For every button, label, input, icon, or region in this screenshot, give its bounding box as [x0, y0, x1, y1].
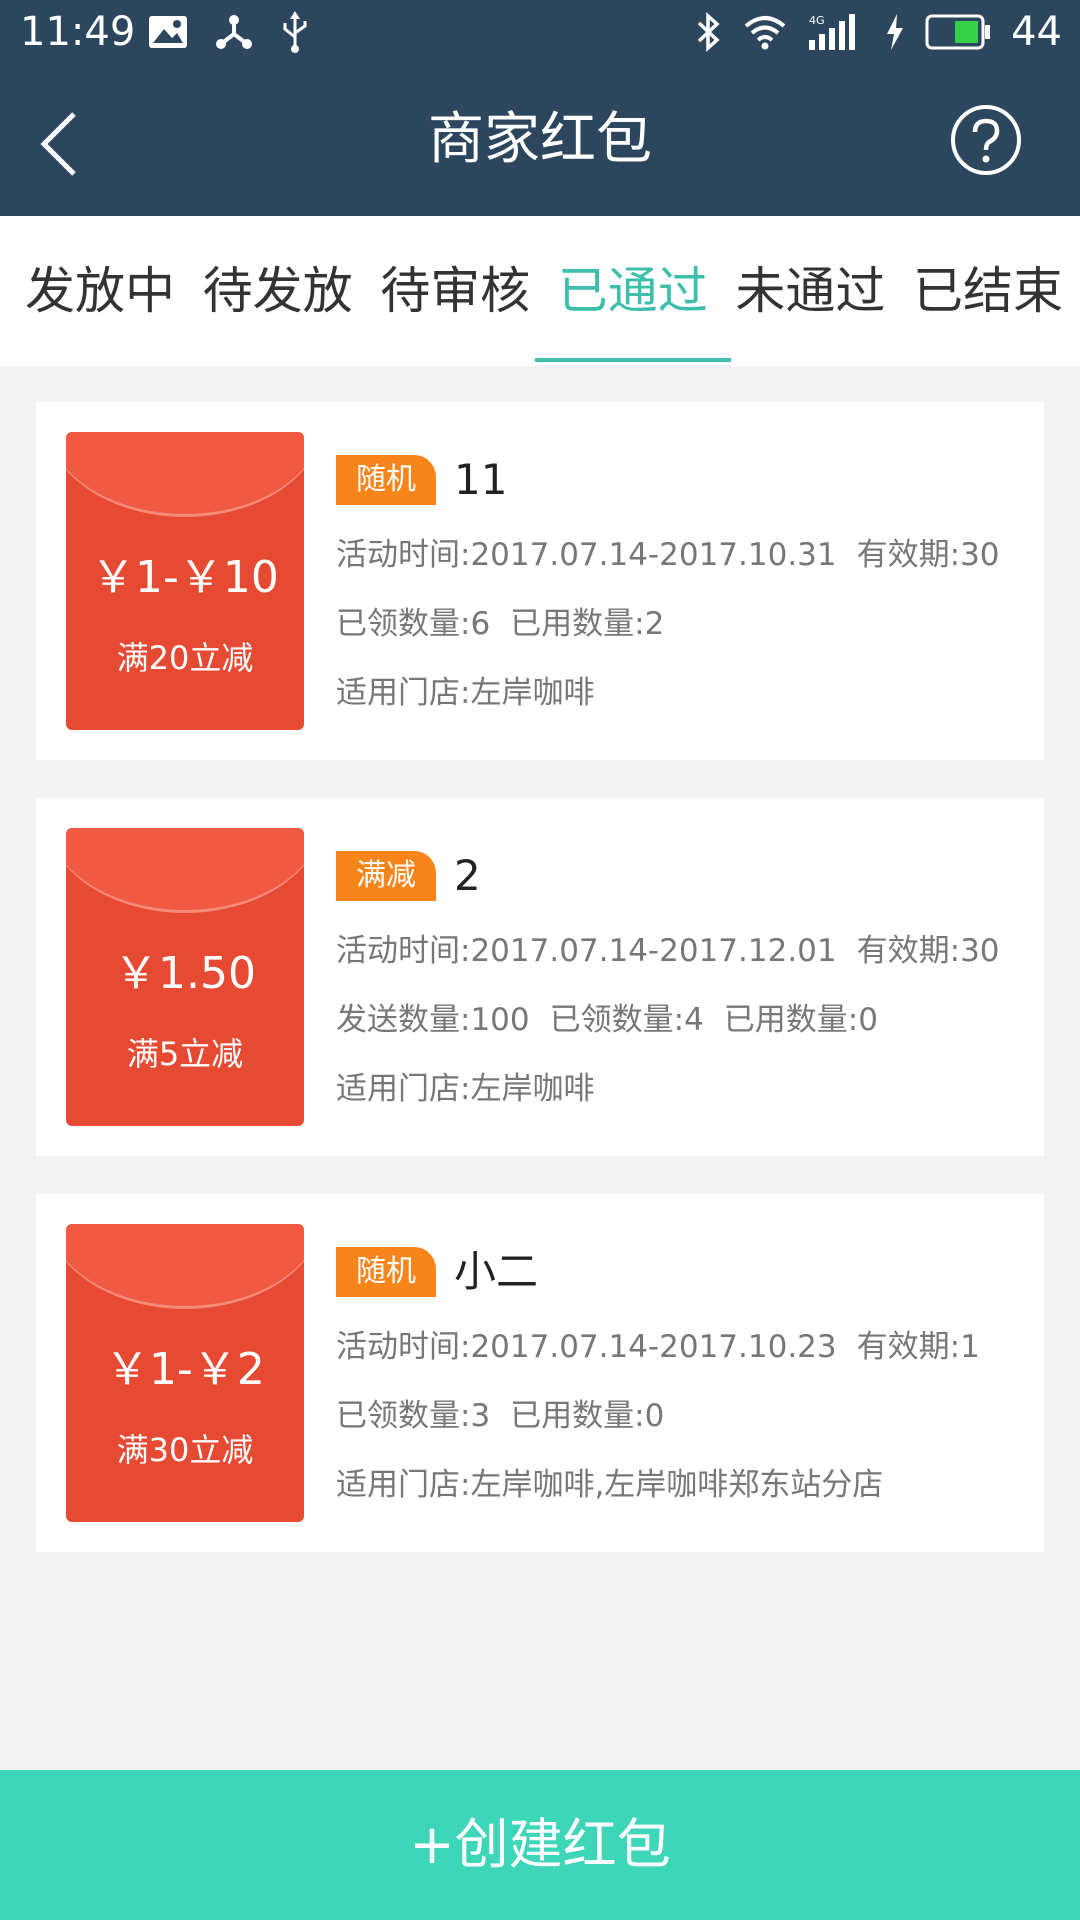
stats-line: 已领数量:6 已用数量:2	[336, 604, 1024, 644]
charging-icon	[887, 14, 904, 50]
claimed-count: 已领数量:6	[336, 606, 491, 642]
tab-rejected[interactable]: 未通过	[730, 216, 890, 366]
red-envelope: ￥1-￥10 满20立减	[66, 432, 304, 730]
card-name: 2	[454, 851, 481, 900]
envelope-condition: 满20立减	[116, 639, 254, 677]
status-right: 4G 44	[695, 8, 1062, 56]
activity-time: 活动时间:2017.07.14-2017.10.23	[336, 1329, 837, 1365]
stats-line: 已领数量:3 已用数量:0	[336, 1396, 1024, 1436]
status-left-icons	[148, 10, 310, 54]
validity: 有效期:30	[856, 537, 1000, 573]
validity: 有效期:1	[856, 1329, 980, 1365]
stores-line: 适用门店:左岸咖啡	[336, 1071, 595, 1107]
list-item[interactable]: ￥1.50 满5立减 满减 2 活动时间:2017.07.14-2017.12.…	[36, 798, 1044, 1156]
help-icon	[951, 105, 1021, 175]
share-hub-icon	[216, 15, 252, 49]
envelope-flap	[66, 828, 304, 913]
activity-time: 活动时间:2017.07.14-2017.12.01	[336, 933, 837, 969]
sent-count: 发送数量:100	[336, 1002, 530, 1038]
battery-level: 44	[1011, 9, 1062, 55]
activity-time-line: 活动时间:2017.07.14-2017.10.31 有效期:30	[336, 535, 1024, 575]
wifi-icon	[744, 16, 786, 50]
tab-issuing[interactable]: 发放中	[20, 216, 180, 366]
activity-time-line: 活动时间:2017.07.14-2017.12.01 有效期:30	[336, 931, 1024, 971]
activity-time: 活动时间:2017.07.14-2017.10.31	[336, 537, 837, 573]
red-envelope: ￥1.50 满5立减	[66, 828, 304, 1126]
used-count: 已用数量:2	[510, 606, 665, 642]
tab-pending-issue[interactable]: 待发放	[198, 216, 358, 366]
status-time: 11:49	[20, 9, 136, 55]
card-head: 满减 2	[336, 850, 1024, 902]
list-item[interactable]: ￥1-￥10 满20立减 随机 11 活动时间:2017.07.14-2017.…	[36, 402, 1044, 760]
used-count: 已用数量:0	[510, 1398, 665, 1434]
type-badge: 满减	[336, 851, 436, 901]
envelope-flap	[66, 1224, 304, 1309]
envelope-flap	[66, 432, 304, 517]
list-item[interactable]: ￥1-￥2 满30立减 随机 小二 活动时间:2017.07.14-2017.1…	[36, 1194, 1044, 1552]
validity: 有效期:30	[856, 933, 1000, 969]
help-button[interactable]	[948, 102, 1024, 178]
claimed-count: 已领数量:4	[549, 1002, 704, 1038]
envelope-condition: 满5立减	[126, 1035, 244, 1073]
signal-icon: 4G	[809, 14, 856, 50]
envelope-amount: ￥1.50	[114, 948, 256, 999]
status-bar: 11:49 4G 44	[0, 0, 1080, 64]
card-head: 随机 11	[336, 454, 1024, 506]
battery-icon	[925, 14, 991, 50]
usb-icon	[283, 11, 307, 53]
tab-approved[interactable]: 已通过	[534, 216, 731, 366]
svg-text:4G: 4G	[809, 14, 825, 27]
stores-line: 适用门店:左岸咖啡	[336, 675, 595, 711]
image-icon	[149, 16, 187, 48]
envelope-condition: 满30立减	[116, 1431, 254, 1469]
tab-ended[interactable]: 已结束	[908, 216, 1068, 366]
used-count: 已用数量:0	[723, 1002, 878, 1038]
card-info: 随机 小二 活动时间:2017.07.14-2017.10.23 有效期:1 已领…	[336, 1246, 1024, 1505]
app-bar: 商家红包	[0, 64, 1080, 216]
activity-time-line: 活动时间:2017.07.14-2017.10.23 有效期:1	[336, 1327, 1024, 1367]
claimed-count: 已领数量:3	[336, 1398, 491, 1434]
type-badge: 随机	[336, 455, 436, 505]
card-name: 11	[454, 455, 508, 504]
card-info: 随机 11 活动时间:2017.07.14-2017.10.31 有效期:30 已…	[336, 454, 1024, 713]
stats-line: 发送数量:100 已领数量:4 已用数量:0	[336, 1000, 1024, 1040]
card-head: 随机 小二	[336, 1246, 1024, 1298]
stores-line: 适用门店:左岸咖啡,左岸咖啡郑东站分店	[336, 1467, 884, 1503]
envelope-amount: ￥1-￥2	[105, 1344, 265, 1395]
status-tabs: 发放中 待发放 待审核 已通过 未通过 已结束	[0, 216, 1080, 366]
red-packet-list: ￥1-￥10 满20立减 随机 11 活动时间:2017.07.14-2017.…	[36, 402, 1044, 1590]
envelope-amount: ￥1-￥10	[91, 552, 279, 603]
tab-pending-review[interactable]: 待审核	[375, 216, 535, 366]
card-info: 满减 2 活动时间:2017.07.14-2017.12.01 有效期:30 发送…	[336, 850, 1024, 1109]
red-envelope: ￥1-￥2 满30立减	[66, 1224, 304, 1522]
card-name: 小二	[454, 1247, 539, 1296]
bluetooth-icon	[697, 12, 720, 52]
type-badge: 随机	[336, 1247, 436, 1297]
page-title: 商家红包	[428, 107, 652, 172]
create-red-packet-button[interactable]: +创建红包	[0, 1770, 1080, 1920]
